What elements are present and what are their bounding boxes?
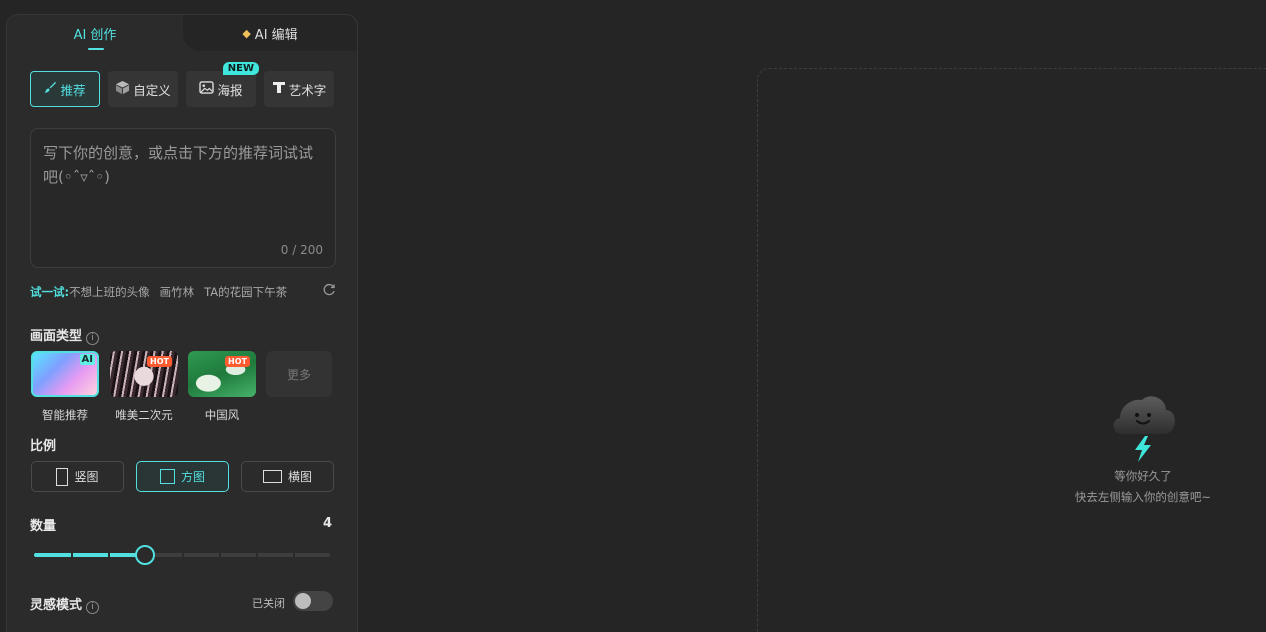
refresh-icon[interactable]	[322, 283, 336, 301]
style-thumbnail: AI	[31, 351, 99, 397]
tab-ai-edit[interactable]: ◆ AI 编辑	[183, 15, 357, 51]
info-icon[interactable]: i	[86, 601, 100, 614]
toggle-knob	[295, 593, 311, 609]
slider-tick	[219, 553, 221, 557]
ai-badge: AI	[79, 354, 95, 365]
style-label: 中国风	[204, 408, 240, 422]
font-icon	[272, 80, 286, 98]
ratio-square-button[interactable]: 方图	[136, 461, 229, 492]
mode-recommend-label: 推荐	[60, 82, 86, 98]
char-counter: 0 / 200	[280, 243, 323, 257]
slider-tick	[71, 553, 73, 557]
ratio-landscape-button[interactable]: 横图	[241, 461, 334, 492]
image-icon	[199, 80, 215, 98]
landscape-icon	[262, 470, 282, 483]
inspire-label: 灵感模式	[30, 598, 83, 613]
slider-fill	[34, 553, 145, 557]
suggestion-label: 试一试:	[30, 285, 70, 299]
prompt-placeholder: 写下你的创意，或点击下方的推荐词试试吧(◦ˆ▿ˆ◦)	[43, 144, 314, 186]
ratio-section-title: 比例	[30, 439, 57, 454]
inspire-toggle[interactable]	[293, 591, 333, 611]
quantity-title: 数量	[30, 519, 57, 534]
diamond-icon: ◆	[242, 26, 251, 40]
slider-handle[interactable]	[135, 545, 155, 565]
ratio-label: 竖图	[74, 470, 99, 484]
info-icon[interactable]: i	[86, 332, 100, 345]
style-list: AI 智能推荐 HOT 唯美二次元 HOT 中国风 更多	[30, 351, 336, 423]
inspire-title: 灵感模式 i	[30, 594, 100, 614]
style-label: 智能推荐	[42, 408, 88, 422]
inspire-state: 已关闭	[252, 597, 285, 610]
slider-tick	[293, 553, 295, 557]
slider-tick	[182, 553, 184, 557]
mode-recommend-button[interactable]: 推荐	[30, 71, 100, 107]
mode-art-text-label: 艺术字	[288, 82, 327, 98]
slider-tick	[108, 553, 110, 557]
hot-badge: HOT	[225, 356, 250, 367]
left-panel: AI 创作 ◆ AI 编辑 推荐 自定义 海报 NEW 艺术字 写下你的创意，或…	[6, 14, 358, 632]
mode-art-text-button[interactable]: 艺术字	[264, 71, 334, 107]
ratio-selector: 竖图 方图 横图	[30, 461, 336, 493]
ratio-label: 横图	[287, 470, 312, 484]
mode-custom-button[interactable]: 自定义	[108, 71, 178, 107]
cloud-lightning-icon	[1108, 390, 1178, 464]
new-badge: NEW	[222, 62, 259, 75]
tab-ai-create-label: AI 创作	[73, 27, 117, 43]
tab-ai-edit-label: AI 编辑	[254, 27, 298, 43]
ratio-portrait-button[interactable]: 竖图	[31, 461, 124, 492]
brush-icon	[44, 81, 57, 98]
mode-poster-button[interactable]: 海报 NEW	[186, 62, 259, 107]
portrait-icon	[56, 467, 69, 486]
style-thumbnail: HOT	[188, 351, 256, 397]
style-section-title: 画面类型 i	[30, 325, 100, 345]
suggestion-bar: 试一试: 不想上班的头像 画竹林 TA的花园下午茶	[30, 283, 336, 301]
quantity-slider[interactable]	[34, 545, 330, 565]
mode-custom-label: 自定义	[133, 82, 171, 98]
style-smart-recommend[interactable]: AI 智能推荐	[31, 351, 99, 423]
style-label: 唯美二次元	[115, 408, 173, 422]
tab-active-underline	[88, 48, 104, 50]
square-icon	[159, 469, 175, 484]
empty-state-hint: 快去左侧输入你的创意吧~	[1074, 490, 1212, 504]
empty-state: 等你好久了 快去左侧输入你的创意吧~	[1060, 390, 1226, 505]
cube-icon	[115, 80, 130, 99]
style-section-label: 画面类型	[30, 329, 83, 344]
more-styles-button[interactable]: 更多	[266, 351, 332, 397]
ratio-label: 方图	[180, 470, 205, 484]
hot-badge: HOT	[147, 356, 172, 367]
suggestion-item[interactable]: TA的花园下午茶	[204, 284, 287, 300]
quantity-value: 4	[322, 516, 332, 531]
prompt-textarea[interactable]: 写下你的创意，或点击下方的推荐词试试吧(◦ˆ▿ˆ◦) 0 / 200	[30, 128, 336, 268]
result-canvas	[757, 68, 1266, 632]
style-anime[interactable]: HOT 唯美二次元	[110, 351, 178, 423]
suggestion-item[interactable]: 不想上班的头像	[69, 284, 150, 300]
mode-poster-label: 海报	[217, 82, 243, 98]
tab-bar: AI 创作 ◆ AI 编辑	[7, 15, 357, 51]
tab-ai-create[interactable]: AI 创作	[7, 15, 183, 51]
mode-selector: 推荐 自定义 海报 NEW 艺术字	[30, 62, 336, 107]
style-thumbnail: HOT	[110, 351, 178, 397]
style-chinese[interactable]: HOT 中国风	[188, 351, 256, 423]
slider-tick	[256, 553, 258, 557]
suggestion-item[interactable]: 画竹林	[160, 284, 195, 300]
empty-state-title: 等你好久了	[1114, 469, 1172, 483]
